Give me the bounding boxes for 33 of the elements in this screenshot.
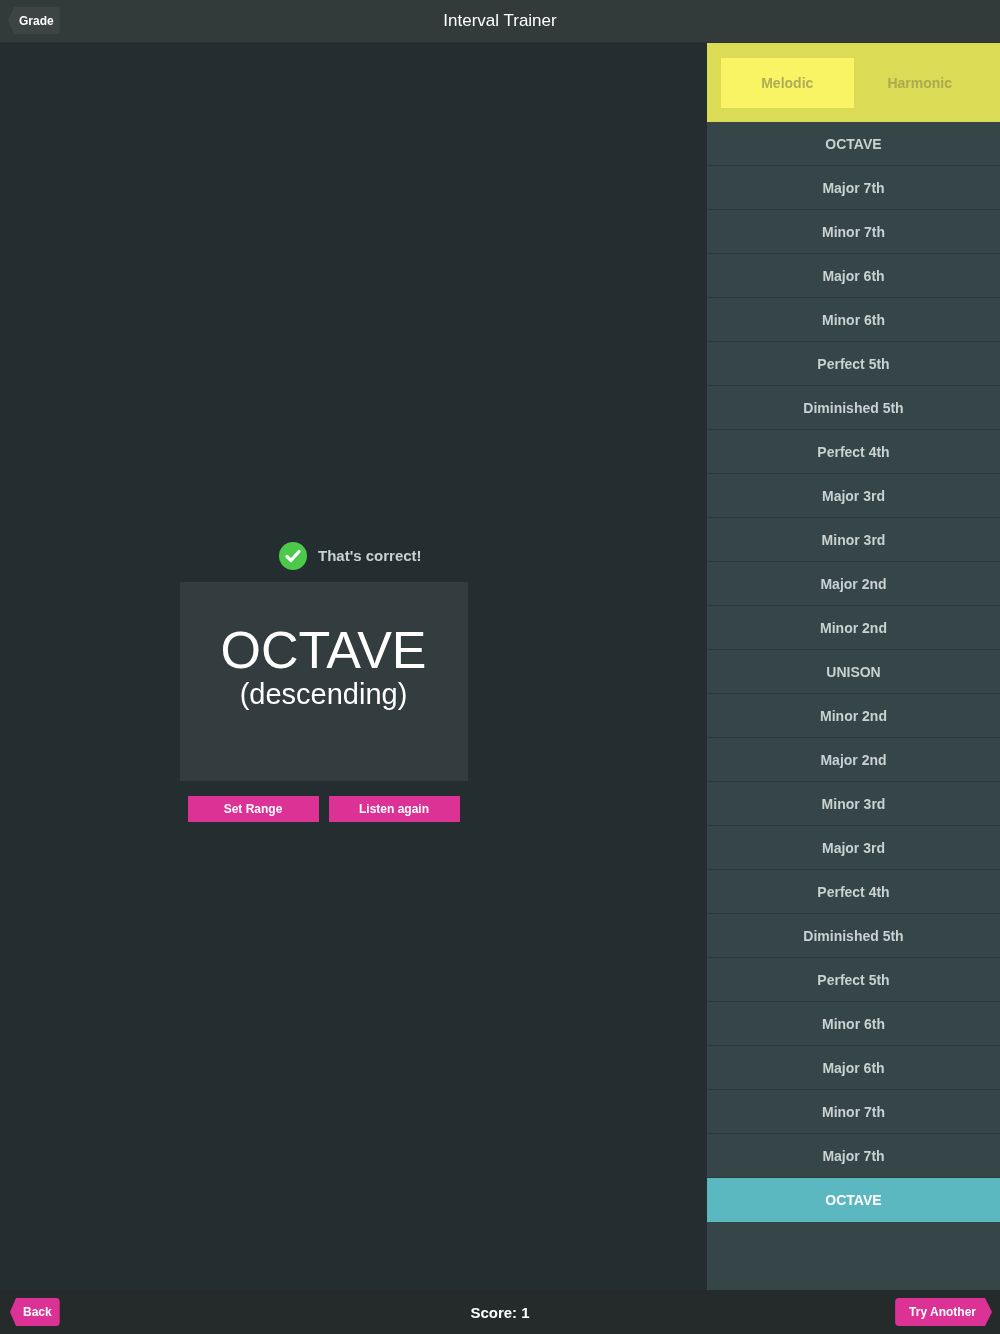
interval-option[interactable]: Minor 7th (707, 210, 1000, 254)
interval-option[interactable]: Minor 3rd (707, 782, 1000, 826)
interval-option[interactable]: UNISON (707, 650, 1000, 694)
feedback-message: That's correct! (318, 547, 422, 564)
back-button[interactable]: Back (10, 1298, 60, 1326)
interval-option[interactable]: Major 3rd (707, 474, 1000, 518)
action-button[interactable]: Listen again (328, 795, 460, 822)
interval-option[interactable]: Minor 3rd (707, 518, 1000, 562)
interval-option[interactable]: Minor 2nd (707, 606, 1000, 650)
interval-option[interactable]: Major 6th (707, 1046, 1000, 1090)
interval-option[interactable]: Major 7th (707, 166, 1000, 210)
interval-option[interactable]: Perfect 5th (707, 342, 1000, 386)
interval-option[interactable]: Perfect 5th (707, 958, 1000, 1002)
interval-option[interactable]: Minor 2nd (707, 694, 1000, 738)
interval-option[interactable]: Minor 6th (707, 298, 1000, 342)
interval-option[interactable]: OCTAVE (707, 122, 1000, 166)
interval-direction: (descending) (239, 677, 408, 711)
interval-option[interactable]: Perfect 4th (707, 870, 1000, 914)
screen-title: Interval Trainer (443, 11, 557, 31)
interval-option[interactable]: Major 2nd (707, 738, 1000, 782)
interval-option[interactable]: Major 6th (707, 254, 1000, 298)
interval-option[interactable]: Diminished 5th (707, 386, 1000, 430)
score-label: Score: 1 (470, 1303, 530, 1321)
interval-option[interactable]: Minor 6th (707, 1002, 1000, 1046)
try-another-button[interactable]: Try Another (895, 1298, 992, 1326)
action-button[interactable]: Set Range (187, 795, 319, 822)
interval-option[interactable]: Perfect 4th (707, 430, 1000, 474)
interval-name: OCTAVE (220, 621, 427, 678)
interval-option[interactable]: Major 3rd (707, 826, 1000, 870)
back-button[interactable]: Grade (8, 7, 60, 34)
interval-option[interactable]: Minor 7th (707, 1090, 1000, 1134)
interval-option[interactable]: Major 2nd (707, 562, 1000, 606)
interval-option[interactable]: Diminished 5th (707, 914, 1000, 958)
